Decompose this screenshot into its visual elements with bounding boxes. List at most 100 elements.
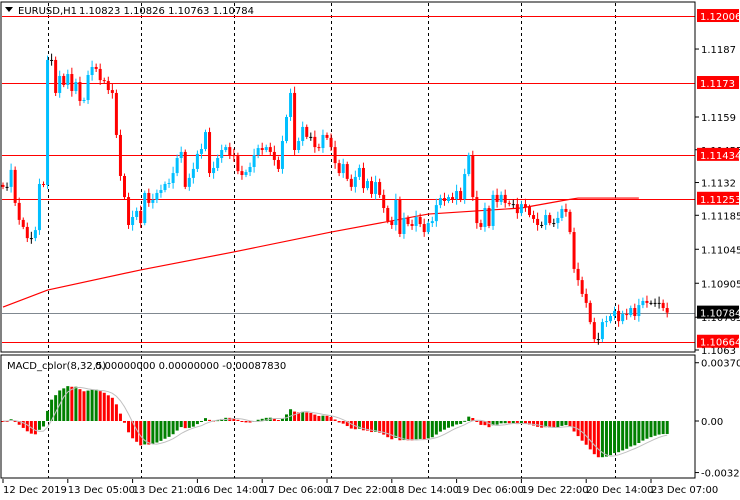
macd-bar — [438, 421, 442, 432]
macd-bar — [426, 421, 430, 439]
macd-bar — [325, 415, 329, 421]
macd-bar — [475, 421, 479, 422]
price-tick-label: 1.1159 — [701, 113, 736, 124]
candle-body — [195, 153, 199, 169]
macd-bar — [155, 421, 159, 443]
candle-body — [378, 182, 382, 195]
macd-bar — [402, 421, 406, 441]
macd-bar — [467, 416, 471, 421]
macd-bar — [584, 421, 588, 445]
macd-bar — [625, 421, 629, 449]
price-tick-label: 1.1132 — [701, 179, 736, 190]
level-price-label: 1.12006 — [700, 12, 740, 23]
candle-body — [321, 134, 325, 149]
price-tick-label: 1.10905 — [701, 279, 740, 290]
candle-body — [592, 322, 596, 340]
candle-body — [519, 204, 523, 214]
trading-chart[interactable]: 1.11871.11591.114551.11321.111851.110451… — [0, 0, 740, 500]
candle-body — [475, 197, 479, 224]
candle-body — [50, 59, 54, 61]
candle-body — [123, 175, 126, 198]
candle-body — [25, 226, 29, 239]
candle-body — [657, 302, 661, 304]
macd-bar — [110, 397, 114, 421]
macd-bar — [301, 411, 305, 421]
macd-bar — [244, 421, 248, 423]
macd-bar — [313, 414, 317, 421]
candle-body — [442, 198, 446, 201]
candle-body — [256, 148, 260, 156]
macd-bar — [329, 416, 333, 421]
macd-bar — [564, 421, 568, 426]
candle-body — [106, 81, 110, 91]
macd-bar — [42, 421, 45, 427]
macd-bar — [503, 421, 507, 424]
macd-bar — [94, 389, 98, 421]
candle-body — [471, 155, 475, 198]
macd-bar — [641, 421, 645, 441]
macd-bar — [422, 421, 426, 440]
candle-body — [317, 147, 321, 149]
candle-body — [491, 194, 495, 226]
candle-body — [560, 208, 564, 218]
candle-body — [568, 211, 572, 233]
macd-bar — [293, 411, 297, 421]
macd-bar — [572, 421, 576, 432]
candle-body — [337, 163, 341, 174]
macd-bar — [187, 421, 191, 428]
macd-bar — [54, 395, 58, 421]
candle-body — [609, 316, 612, 322]
candle-body — [584, 293, 588, 303]
candle-body — [183, 151, 187, 187]
candle-body — [228, 147, 232, 156]
candle-body — [78, 82, 82, 101]
candle-body — [641, 300, 645, 306]
macd-bar — [455, 421, 459, 425]
macd-bar — [447, 421, 450, 428]
time-label: 20 Dec 14:00 — [586, 485, 653, 496]
macd-bar — [305, 412, 309, 421]
candle-body — [341, 164, 345, 174]
ohlc-values: 1.10823 1.10826 1.10763 1.10784 — [79, 6, 254, 17]
macd-bar — [114, 404, 118, 421]
candle-body — [293, 92, 297, 150]
candle-body — [187, 177, 191, 187]
candle-body — [613, 310, 617, 317]
macd-bar — [617, 421, 621, 453]
price-tick-label: 1.11185 — [701, 211, 740, 222]
candle-body — [374, 182, 378, 194]
candle-body — [564, 208, 568, 212]
candle-body — [285, 116, 288, 142]
candle-body — [114, 92, 118, 135]
candle-body — [548, 215, 552, 224]
macd-tick-label: 0.0037000 — [701, 359, 740, 370]
candle-body — [110, 90, 114, 93]
time-label: 12 Dec 2019 — [3, 485, 67, 496]
candle-body — [382, 194, 386, 209]
macd-bar — [90, 389, 94, 421]
candle-body — [297, 141, 301, 150]
candle-body — [102, 80, 106, 82]
candle-body — [21, 219, 25, 227]
candle-body — [588, 302, 592, 323]
macd-bar — [451, 421, 455, 427]
candle-body — [62, 75, 66, 85]
candle-body — [653, 302, 657, 304]
candle-body — [82, 100, 86, 101]
candle-body — [483, 208, 487, 227]
price-tick-label: 1.1187 — [701, 45, 736, 56]
macd-bar — [208, 419, 212, 421]
candle-body — [179, 151, 183, 159]
candle-body — [410, 224, 414, 226]
candle-body — [357, 167, 361, 177]
background — [0, 0, 740, 500]
macd-bar — [592, 421, 596, 455]
candle-body — [268, 147, 272, 152]
candle-body — [576, 268, 580, 281]
candle-body — [418, 216, 422, 225]
macd-bar — [102, 392, 106, 421]
macd-bar — [118, 413, 122, 421]
time-label: 16 Dec 14:00 — [197, 485, 264, 496]
macd-bar — [46, 410, 50, 421]
time-label: 13 Dec 21:00 — [133, 485, 200, 496]
